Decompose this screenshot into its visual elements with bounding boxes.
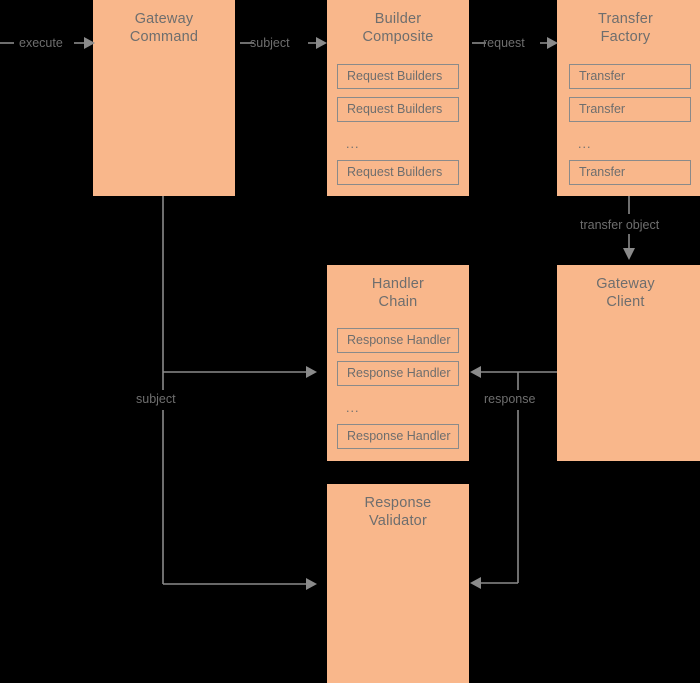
arrowhead	[306, 578, 317, 590]
list-item: Response Handler	[337, 361, 459, 386]
list-ellipsis: ...	[346, 137, 360, 151]
edge-label-execute: execute	[19, 36, 63, 50]
arrowhead	[306, 366, 317, 378]
list-item: Response Handler	[337, 328, 459, 353]
edge-label-response: response	[484, 392, 536, 406]
architecture-diagram: Gateway Command Builder Composite Reques…	[0, 0, 700, 683]
node-builder-composite: Builder Composite Request Builders Reque…	[327, 0, 469, 196]
node-title: Builder Composite	[362, 11, 434, 45]
list-item: Request Builders	[337, 64, 459, 89]
arrowhead	[470, 577, 481, 589]
node-title: Response Validator	[364, 495, 432, 529]
node-handler-chain: Handler Chain Response Handler Response …	[327, 265, 469, 461]
node-transfer-factory: Transfer Factory Transfer Transfer ... T…	[557, 0, 700, 196]
list-item: Transfer	[569, 97, 691, 122]
edge-label-subject-top: subject	[250, 36, 290, 50]
node-title: Handler Chain	[371, 276, 425, 310]
list-ellipsis: ...	[578, 137, 592, 151]
edge-label-request: request	[483, 36, 525, 50]
arrowhead	[470, 366, 481, 378]
edge-label-transfer-object: transfer object	[580, 218, 660, 232]
list-ellipsis: ...	[346, 401, 360, 415]
arrowhead	[623, 248, 635, 260]
arrowhead	[316, 37, 327, 49]
node-gateway-command: Gateway Command	[93, 0, 235, 196]
node-title: Transfer Factory	[597, 11, 654, 45]
node-title: Gateway Client	[596, 276, 655, 310]
node-gateway-client: Gateway Client	[557, 265, 700, 461]
list-item: Transfer	[569, 160, 691, 185]
list-item: Transfer	[569, 64, 691, 89]
list-item: Response Handler	[337, 424, 459, 449]
node-response-validator: Response Validator	[327, 484, 469, 683]
list-item: Request Builders	[337, 97, 459, 122]
node-title: Gateway Command	[129, 11, 199, 45]
list-item: Request Builders	[337, 160, 459, 185]
edge-label-subject-left: subject	[136, 392, 176, 406]
